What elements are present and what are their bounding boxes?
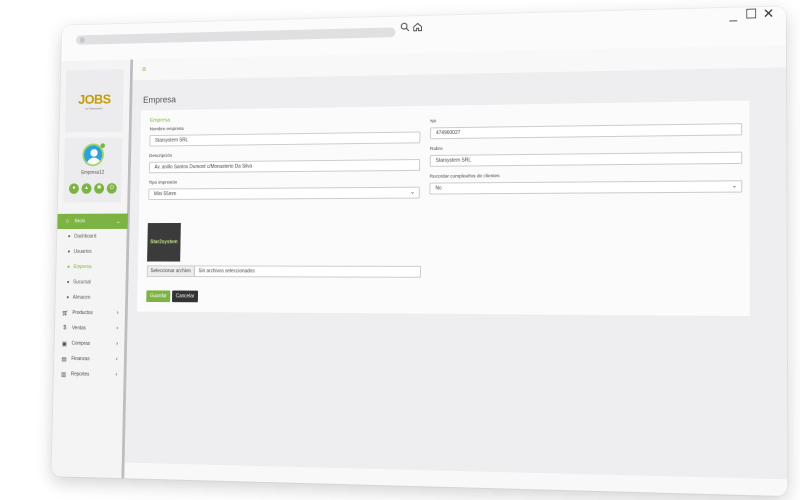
settings-icon[interactable]: ✱ bbox=[94, 183, 105, 194]
save-button[interactable]: Guardar bbox=[146, 290, 171, 303]
descripcion-label: Descripción bbox=[149, 153, 173, 159]
nit-input[interactable]: 474960027 bbox=[430, 123, 743, 140]
sidebar-item-productos[interactable]: 🛒︎ Productos › bbox=[55, 305, 126, 321]
power-icon[interactable]: ⏻ bbox=[106, 183, 117, 194]
bar-chart-icon: ▥ bbox=[61, 371, 67, 378]
logo-text: JOBS bbox=[78, 90, 111, 107]
user-name: Empresa12 bbox=[81, 169, 105, 176]
ledger-icon: ▤ bbox=[61, 356, 67, 363]
recordar-cumpleanos-value: No bbox=[435, 185, 442, 192]
minimize-button[interactable]: _ bbox=[730, 7, 738, 22]
online-status-icon bbox=[100, 143, 106, 149]
page-title: Empresa bbox=[143, 94, 177, 105]
home-icon[interactable] bbox=[413, 22, 423, 35]
sidebar-item-label: Inicio bbox=[74, 218, 86, 225]
nombre-input[interactable]: Starsystem SRL bbox=[149, 131, 421, 147]
box-icon: ▣ bbox=[61, 341, 68, 347]
company-form-card: Empresa Nombre empresa Starsystem SRL Ni… bbox=[136, 100, 750, 317]
menu-toggle-icon[interactable]: ≡ bbox=[142, 65, 146, 74]
magnifier-icon[interactable] bbox=[400, 22, 410, 35]
favicon-icon bbox=[79, 37, 86, 43]
user-profile: Empresa12 ● ▴ ✱ ⏻ bbox=[63, 137, 123, 203]
address-bar[interactable] bbox=[75, 27, 396, 45]
tipo-impresion-value: Mini 55mm bbox=[153, 191, 177, 198]
sidebar-subitem-empresa[interactable]: ● Empresa bbox=[56, 259, 127, 274]
recordar-cumpleanos-select[interactable]: No ⌄ bbox=[429, 180, 743, 195]
sidebar-item-label: Finanzas bbox=[71, 356, 90, 363]
logo-subtitle: by Starsystem bbox=[85, 105, 103, 110]
user-actions: ● ▴ ✱ ⏻ bbox=[68, 183, 117, 194]
main-content: ≡ Empresa Empresa Nombre empresa Starsys… bbox=[124, 44, 788, 497]
logo-file-input[interactable]: Seleccionar archivo Sin archivos selecci… bbox=[146, 265, 421, 278]
section-title: Empresa bbox=[149, 117, 171, 124]
bullet-icon: ● bbox=[67, 264, 70, 270]
recordar-cumpleanos-label: Recordar cumpleaños de clientes bbox=[429, 174, 500, 180]
select-file-button[interactable]: Seleccionar archivo bbox=[147, 266, 195, 277]
browser-window: _ ☐ ✕ JOBS by Starsystem Empresa12 ● ▴ ✱ bbox=[51, 6, 788, 497]
bullet-icon: ● bbox=[66, 279, 70, 286]
chevron-right-icon: › bbox=[116, 310, 119, 317]
logo-preview-text: Star2system bbox=[150, 239, 178, 246]
sidebar-item-inicio[interactable]: ⌂ Inicio ⌄ bbox=[57, 213, 128, 230]
sidebar-item-ventas[interactable]: $ Ventas › bbox=[55, 321, 126, 337]
tipo-impresion-label: Tipo impresión bbox=[148, 180, 178, 186]
sidebar-item-finanzas[interactable]: ▤ Finanzas › bbox=[54, 351, 125, 367]
brand-logo[interactable]: JOBS by Starsystem bbox=[64, 69, 124, 133]
chevron-down-icon: ⌄ bbox=[410, 189, 415, 196]
company-logo-preview: Star2system bbox=[147, 222, 181, 262]
cancel-button[interactable]: Cancelar bbox=[171, 290, 199, 303]
sidebar-subitem-label: Usuarios bbox=[73, 249, 92, 255]
sidebar-item-compras[interactable]: ▣ Compras › bbox=[54, 336, 125, 352]
chevron-right-icon: › bbox=[115, 356, 118, 363]
chevron-right-icon: › bbox=[115, 372, 118, 378]
screenshot-stage: _ ☐ ✕ JOBS by Starsystem Empresa12 ● ▴ ✱ bbox=[0, 0, 800, 500]
maximize-button[interactable]: ☐ bbox=[745, 6, 757, 21]
chevron-down-icon: ⌄ bbox=[731, 183, 738, 190]
sidebar-item-label: Ventas bbox=[71, 325, 86, 332]
dollar-icon: $ bbox=[63, 325, 67, 332]
sidebar-subitem-label: Almacen bbox=[72, 294, 91, 301]
sidebar-item-label: Reportes bbox=[70, 371, 90, 378]
descripcion-input[interactable]: Av. anillo Santos Dumont c/Monasterio Da… bbox=[148, 159, 421, 174]
bullet-icon: ● bbox=[67, 249, 71, 255]
tipo-impresion-select[interactable]: Mini 55mm ⌄ bbox=[148, 186, 420, 201]
home-icon: ⌂ bbox=[65, 218, 70, 225]
bullet-icon: ● bbox=[66, 294, 70, 301]
cart-icon: 🛒︎ bbox=[61, 310, 69, 317]
rubro-label: Rubro bbox=[429, 146, 443, 153]
sidebar-subitem-dashboard[interactable]: ● Dashboard bbox=[57, 229, 128, 244]
sidebar-item-label: Productos bbox=[72, 310, 93, 317]
file-status: Sin archivos seleccionados bbox=[198, 268, 255, 275]
sidebar-item-reportes[interactable]: ▥ Reportes › bbox=[54, 366, 125, 382]
nombre-label: Nombre empresa bbox=[149, 127, 184, 133]
rubro-input[interactable]: Starsystem SRL bbox=[429, 151, 743, 167]
chevron-right-icon: › bbox=[116, 341, 118, 348]
bullet-icon: ● bbox=[67, 233, 71, 240]
sidebar-subitem-label: Sucursal bbox=[73, 279, 91, 286]
user-icon[interactable]: ● bbox=[68, 183, 79, 194]
sidebar-subitem-usuarios[interactable]: ● Usuarios bbox=[57, 244, 128, 259]
sidebar-subitem-almacen[interactable]: ● Almacen bbox=[55, 290, 126, 306]
sidebar: JOBS by Starsystem Empresa12 ● ▴ ✱ ⏻ ⌂ I… bbox=[51, 59, 134, 479]
sidebar-subitem-sucursal[interactable]: ● Sucursal bbox=[56, 275, 127, 291]
nit-label: Nit bbox=[430, 119, 436, 125]
sidebar-item-label: Compras bbox=[71, 340, 91, 347]
sidebar-nav: ⌂ Inicio ⌄ ● Dashboard ● Usuarios ● Empr… bbox=[54, 213, 128, 383]
chart-icon[interactable]: ▴ bbox=[81, 183, 92, 194]
sidebar-subitem-label: Empresa bbox=[73, 264, 92, 271]
sidebar-subitem-label: Dashboard bbox=[74, 233, 97, 240]
chevron-down-icon: ⌄ bbox=[115, 218, 121, 225]
close-button[interactable]: ✕ bbox=[763, 6, 774, 21]
chevron-right-icon: › bbox=[116, 325, 119, 332]
